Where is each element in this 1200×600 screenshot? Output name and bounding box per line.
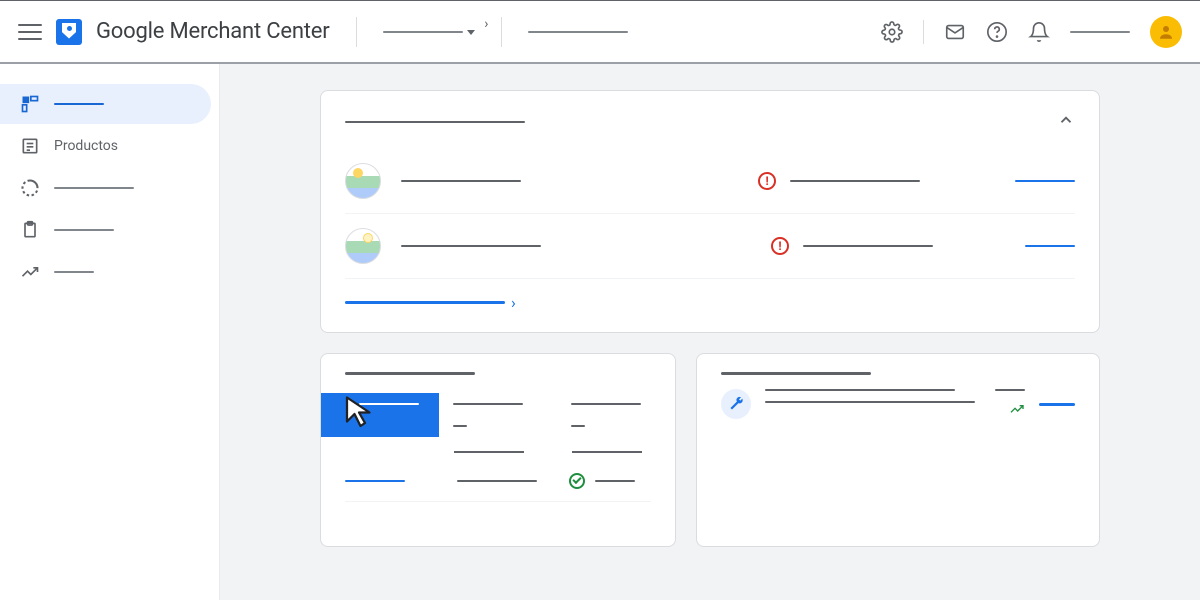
issue-desc-placeholder [790,180,920,183]
metric-label [457,480,537,482]
list-icon [20,136,40,156]
gear-icon[interactable] [881,21,903,43]
sidebar-item-overview[interactable] [0,84,211,124]
dashboard-icon [20,94,40,114]
sidebar: Productos [0,64,220,600]
sidebar-item-label [54,103,104,105]
user-account-placeholder[interactable] [1070,31,1130,33]
product-thumbnail [345,163,381,199]
issue-row[interactable]: ! [345,149,1075,214]
bell-icon[interactable] [1028,21,1050,43]
main-content: ! ! › [220,64,1200,600]
cursor-icon [341,393,377,429]
sidebar-item-label [54,271,94,273]
opportunity-action-link[interactable] [1039,403,1075,406]
chevron-right-icon: › [484,16,488,32]
metric-link[interactable] [345,480,405,482]
sidebar-item-growth[interactable] [0,252,211,292]
issue-action-link[interactable] [1015,180,1075,183]
merchant-center-logo [56,19,82,45]
alert-icon: ! [771,237,789,255]
collapse-icon[interactable] [1057,111,1075,133]
issue-title-placeholder [401,245,541,248]
card-title [721,372,871,375]
card-footer-link[interactable]: › [345,279,1075,312]
app-header: Google Merchant Center › [0,0,1200,64]
metric-status [595,480,635,482]
sidebar-item-label [54,229,114,231]
trend-icon [20,262,40,282]
chevron-down-icon [467,30,475,35]
menu-icon[interactable] [18,20,42,44]
issue-row[interactable]: ! [345,214,1075,279]
wrench-icon [721,389,751,419]
metric-tile[interactable] [439,393,557,437]
help-icon[interactable] [986,21,1008,43]
opportunity-card [696,353,1100,547]
mail-icon[interactable] [944,21,966,43]
breadcrumb-placeholder [528,31,628,33]
divider [501,17,502,47]
metric-detail-row [345,459,651,502]
card-title [345,372,475,375]
divider [356,17,357,47]
avatar[interactable] [1150,16,1182,48]
sidebar-item-label [54,187,134,189]
check-icon [569,473,585,489]
metric-tile[interactable] [557,393,675,437]
opportunity-metric [995,389,1025,391]
opportunity-desc [765,401,975,403]
divider [923,20,924,44]
card-title [345,121,525,124]
issue-action-link[interactable] [1025,245,1075,248]
account-dropdown[interactable]: › [383,30,475,33]
clipboard-icon [20,220,40,240]
issues-card: ! ! › [320,90,1100,333]
sidebar-item-label: Productos [54,138,118,154]
metric-detail-row [345,502,651,528]
opportunity-title [765,389,955,391]
metrics-card [320,353,676,547]
issue-title-placeholder [401,180,521,183]
product-thumbnail [345,228,381,264]
sidebar-item-products[interactable]: Productos [0,126,211,166]
metric-tile-selected[interactable] [321,393,439,437]
alert-icon: ! [758,172,776,190]
trend-up-icon [1009,401,1025,421]
donut-icon [20,178,40,198]
app-title: Google Merchant Center [96,19,330,44]
issue-desc-placeholder [803,245,933,248]
metric-tiles [321,393,675,437]
sidebar-item-marketing[interactable] [0,210,211,250]
chevron-right-icon: › [511,293,516,312]
sidebar-item-performance[interactable] [0,168,211,208]
